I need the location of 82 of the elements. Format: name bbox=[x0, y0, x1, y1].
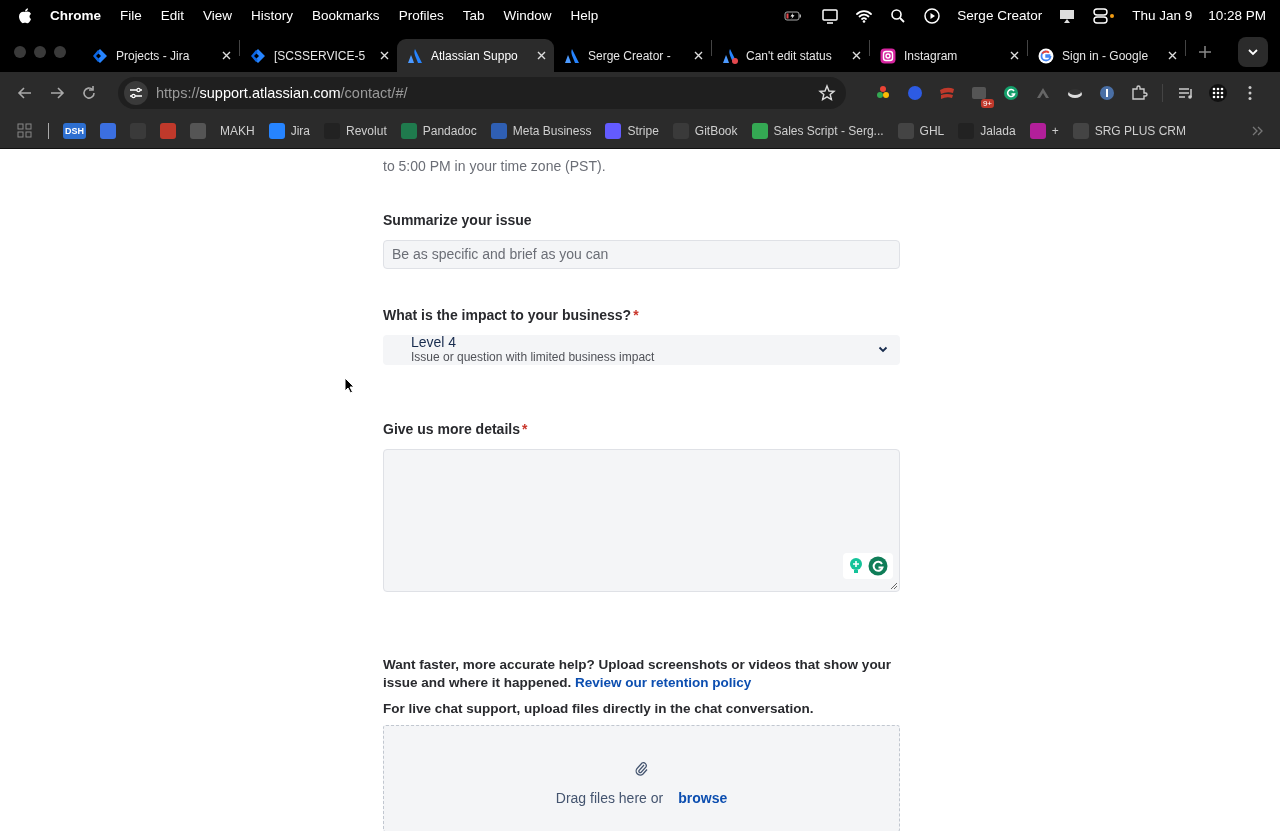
time-text[interactable]: 10:28 PM bbox=[1208, 8, 1266, 23]
date-text[interactable]: Thu Jan 9 bbox=[1132, 8, 1193, 23]
apple-icon[interactable] bbox=[18, 7, 32, 24]
browser-tab[interactable]: Atlassian Suppo bbox=[397, 39, 554, 72]
jira-icon bbox=[92, 47, 108, 64]
dropzone-text: Drag files here or bbox=[555, 790, 664, 807]
close-icon[interactable] bbox=[1010, 51, 1019, 60]
retention-policy-link[interactable]: Review our retention policy bbox=[575, 675, 752, 691]
chevron-down-icon bbox=[878, 346, 888, 354]
atlassian-icon bbox=[722, 47, 738, 64]
bookmark-logo[interactable]: DSH bbox=[63, 123, 86, 139]
site-settings-icon[interactable] bbox=[124, 81, 148, 105]
address-bar[interactable]: https://support.atlassian.com/contact/#/ bbox=[118, 77, 846, 109]
url-text[interactable]: https://support.atlassian.com/contact/#/ bbox=[156, 85, 810, 101]
bookmark[interactable]: + bbox=[1029, 123, 1059, 139]
control-center-icon[interactable] bbox=[1092, 6, 1117, 25]
display-icon[interactable] bbox=[821, 6, 840, 25]
field-label: Give us more details* bbox=[383, 420, 529, 437]
browser-tab[interactable]: [SCSSERVICE-5 bbox=[240, 39, 397, 72]
more-bookmarks-icon[interactable] bbox=[1252, 126, 1264, 136]
google-icon bbox=[1038, 47, 1054, 64]
close-icon[interactable] bbox=[694, 51, 703, 60]
bookmark[interactable]: SRG PLUS CRM bbox=[1072, 123, 1186, 139]
impact-dropdown[interactable]: Level 4 Issue or question with limited business impact bbox=[383, 334, 900, 365]
browser-tab[interactable]: Can't edit status bbox=[712, 39, 869, 72]
bookmark[interactable]: GitBook bbox=[672, 123, 738, 139]
menu-item[interactable]: Bookmarks bbox=[312, 8, 380, 23]
tab-search-button[interactable] bbox=[1238, 36, 1268, 67]
menu-item[interactable]: File bbox=[120, 8, 142, 23]
bookmark[interactable]: Jira bbox=[268, 123, 311, 139]
menu-item[interactable]: Tab bbox=[462, 8, 485, 23]
bookmark[interactable]: Pandadoc bbox=[400, 123, 477, 139]
paperclip-icon bbox=[634, 762, 649, 777]
file-dropzone[interactable]: Drag files here or browse bbox=[383, 725, 900, 831]
bookmark[interactable]: Jalada bbox=[958, 123, 1016, 139]
new-tab-icon[interactable] bbox=[1198, 44, 1212, 59]
menu-item[interactable]: Profiles bbox=[398, 8, 444, 23]
extension-icon[interactable] bbox=[1098, 84, 1116, 102]
apps-grid-icon[interactable] bbox=[1209, 84, 1227, 102]
menu-item[interactable]: Edit bbox=[160, 8, 185, 23]
browser-tab[interactable]: Serge Creator - bbox=[554, 39, 711, 72]
apps-icon[interactable] bbox=[16, 122, 34, 140]
bookmark[interactable]: GHL bbox=[897, 123, 945, 139]
play-icon[interactable] bbox=[923, 6, 942, 25]
resize-handle-icon[interactable] bbox=[890, 582, 898, 591]
upload-hint-text: Want faster, more accurate help? Upload screenshots or videos that show your issue and where it happened. Review our retention policy bbox=[383, 656, 893, 693]
browser-tab[interactable]: Sign in - Google bbox=[1028, 39, 1185, 72]
menu-item[interactable]: Help bbox=[570, 8, 599, 23]
bookmark[interactable]: MAKH bbox=[220, 124, 255, 138]
summary-input[interactable]: Be as specific and brief as you can bbox=[383, 240, 900, 269]
bookmark[interactable]: Meta Business bbox=[490, 123, 592, 139]
bookmark[interactable]: Revolut bbox=[324, 123, 387, 139]
mouse-cursor-icon bbox=[344, 377, 355, 394]
field-label: Summarize your issue bbox=[383, 212, 533, 228]
menu-item[interactable]: View bbox=[203, 8, 233, 23]
field-label: What is the impact to your business?* bbox=[383, 306, 640, 323]
chevron-down-icon bbox=[1247, 47, 1259, 56]
star-icon[interactable] bbox=[818, 84, 836, 102]
close-icon[interactable] bbox=[1168, 51, 1177, 60]
atlassian-icon bbox=[407, 47, 423, 64]
menu-item[interactable]: Window bbox=[503, 8, 552, 23]
browse-link[interactable]: browse bbox=[678, 790, 728, 807]
intro-text: to 5:00 PM in your time zone (PST). bbox=[383, 158, 607, 174]
jira-icon bbox=[250, 47, 266, 64]
atlassian-icon bbox=[564, 47, 580, 64]
reload-icon[interactable] bbox=[80, 84, 98, 102]
grammarly-icon[interactable] bbox=[1002, 84, 1020, 102]
notification-badge: 9+ bbox=[980, 99, 994, 108]
close-icon[interactable] bbox=[852, 51, 861, 60]
menu-item[interactable]: History bbox=[251, 8, 294, 23]
extensions-puzzle-icon[interactable] bbox=[1130, 84, 1148, 102]
bookmark[interactable]: Sales Script - Serg... bbox=[751, 123, 884, 139]
close-icon[interactable] bbox=[222, 51, 231, 60]
live-chat-note: For live chat support, upload files directly in the chat conversation. bbox=[383, 701, 815, 717]
close-icon[interactable] bbox=[537, 51, 546, 60]
bookmark[interactable]: Stripe bbox=[605, 123, 659, 139]
instagram-icon bbox=[880, 47, 896, 64]
browser-tab[interactable]: Projects - Jira bbox=[82, 39, 239, 72]
close-icon[interactable] bbox=[380, 51, 389, 60]
user-name[interactable]: Serge Creator bbox=[957, 8, 1043, 23]
app-name[interactable]: Chrome bbox=[50, 8, 101, 23]
browser-tab[interactable]: Instagram bbox=[870, 39, 1027, 72]
